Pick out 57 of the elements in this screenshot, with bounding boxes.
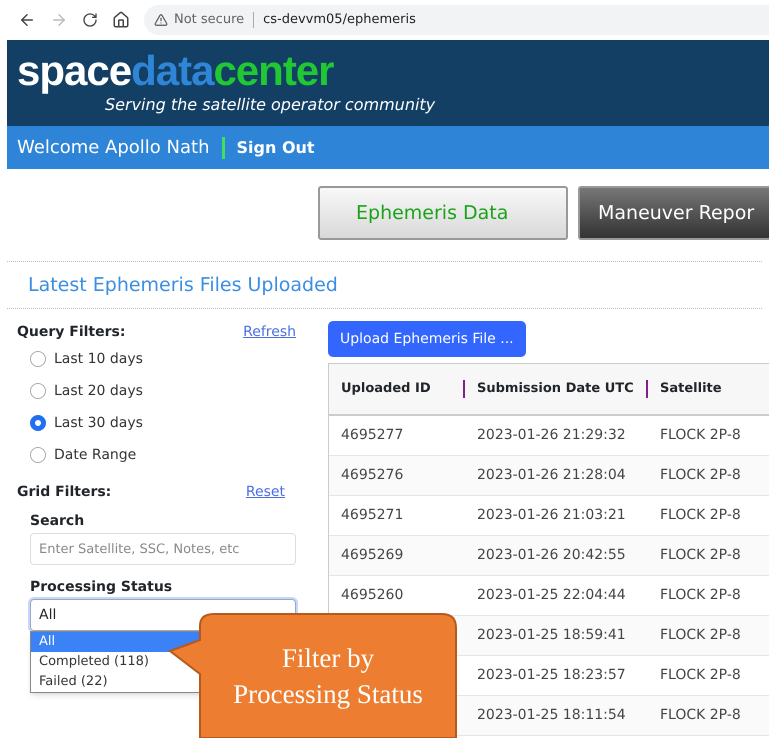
table-cell: FLOCK 2P-8 bbox=[660, 667, 741, 683]
section-label: Query Filters: bbox=[17, 322, 126, 342]
table-cell: 2023-01-26 21:28:04 bbox=[477, 467, 626, 483]
table-cell: 2023-01-26 21:29:32 bbox=[477, 427, 626, 443]
search-field[interactable]: Enter Satellite, SSC, Notes, etc bbox=[30, 533, 296, 565]
security-label: Not secure bbox=[174, 11, 244, 30]
welcome-text: Welcome Apollo Nath bbox=[17, 136, 210, 160]
warning-icon bbox=[154, 13, 168, 27]
column-header[interactable]: Submission Date UTC bbox=[477, 379, 634, 399]
sign-out-link[interactable]: Sign Out bbox=[236, 136, 315, 160]
table-cell: 4695276 bbox=[341, 467, 404, 483]
upload-button[interactable]: Upload Ephemeris File ... bbox=[328, 321, 526, 357]
page-heading: Latest Ephemeris Files Uploaded bbox=[28, 272, 338, 298]
field-label: Processing Status bbox=[30, 578, 172, 596]
radio-option[interactable]: Last 10 days bbox=[17, 343, 143, 375]
column-header[interactable]: Uploaded ID bbox=[341, 379, 431, 399]
table-cell: FLOCK 2P-8 bbox=[660, 507, 741, 523]
radio-option[interactable]: Last 30 days bbox=[17, 407, 143, 439]
logo-word: data bbox=[131, 48, 214, 94]
section-label: Grid Filters: bbox=[17, 482, 112, 502]
radio-button[interactable] bbox=[30, 351, 46, 367]
table-cell: 4695271 bbox=[341, 507, 404, 523]
radio-option[interactable]: Date Range bbox=[17, 439, 136, 471]
logo-word: center bbox=[213, 48, 334, 94]
table-cell: 2023-01-26 20:42:55 bbox=[477, 547, 626, 563]
table-cell: FLOCK 2P-8 bbox=[660, 467, 741, 483]
radio-button[interactable] bbox=[30, 383, 46, 399]
radio-button[interactable] bbox=[30, 447, 46, 463]
table-cell: 2023-01-25 22:04:44 bbox=[477, 587, 626, 603]
table-cell: FLOCK 2P-8 bbox=[660, 627, 741, 643]
reset-link[interactable]: Reset bbox=[246, 482, 285, 502]
table-cell: FLOCK 2P-8 bbox=[660, 427, 741, 443]
back-icon[interactable] bbox=[18, 11, 36, 29]
reload-icon[interactable] bbox=[82, 12, 98, 28]
tab[interactable]: Maneuver Repor bbox=[578, 186, 769, 240]
field-label: Search bbox=[30, 512, 84, 530]
table-cell: 4695260 bbox=[341, 587, 404, 603]
table-cell: 2023-01-25 18:23:57 bbox=[477, 667, 626, 683]
column-header[interactable]: Satellite bbox=[660, 379, 722, 399]
refresh-link[interactable]: Refresh bbox=[243, 322, 296, 342]
callout-text: Processing Status bbox=[233, 678, 423, 711]
url-text: cs-devvm05/ephemeris bbox=[263, 11, 416, 30]
table-cell: 2023-01-25 18:11:54 bbox=[477, 707, 626, 723]
table-cell: FLOCK 2P-8 bbox=[660, 547, 741, 563]
logo-word: space bbox=[17, 48, 132, 94]
radio-option[interactable]: Last 20 days bbox=[17, 375, 143, 407]
table-cell: 4695269 bbox=[341, 547, 404, 563]
address-bar[interactable]: Not secure cs-devvm05/ephemeris bbox=[144, 5, 769, 35]
table-cell: 4695277 bbox=[341, 427, 404, 443]
table-cell: 2023-01-26 21:03:21 bbox=[477, 507, 626, 523]
table-cell: FLOCK 2P-8 bbox=[660, 587, 741, 603]
logo-tagline: Serving the satellite operator community bbox=[105, 94, 436, 116]
radio-button[interactable] bbox=[30, 415, 46, 431]
home-icon[interactable] bbox=[112, 11, 130, 29]
status-select[interactable]: All bbox=[30, 599, 296, 631]
table-cell: 2023-01-25 18:59:41 bbox=[477, 627, 626, 643]
table-cell: FLOCK 2P-8 bbox=[660, 707, 741, 723]
